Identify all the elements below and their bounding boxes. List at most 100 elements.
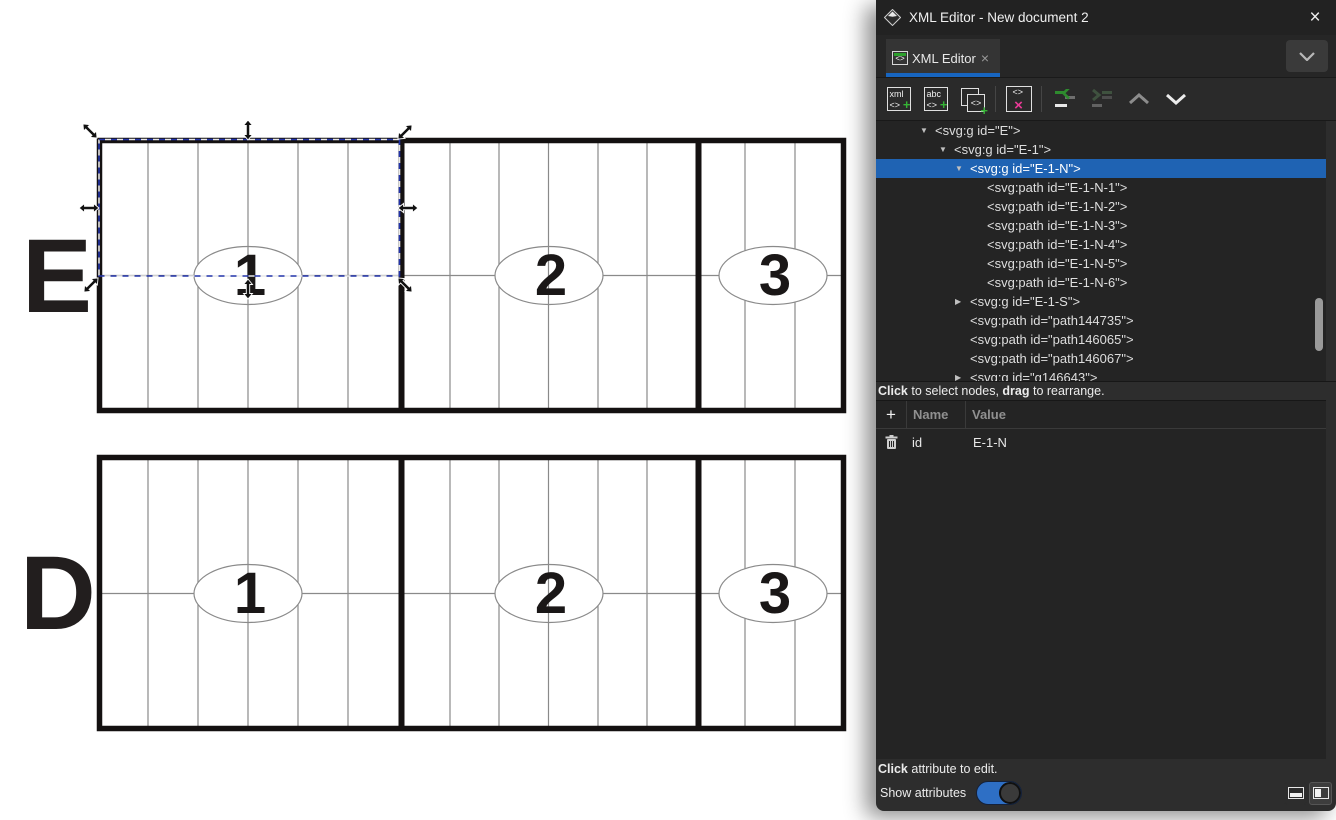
tab-list-dropdown-button[interactable] <box>1286 40 1328 72</box>
tree-node[interactable]: ▶<svg:g id="E-1-S"> <box>876 292 1326 311</box>
tree-node-label: <svg:path id="path146067"> <box>970 349 1134 368</box>
tab-xml-editor[interactable]: <> XML Editor × <box>886 39 1000 77</box>
section-number[interactable]: 2 <box>535 243 567 308</box>
tree-hint-text: Click to select nodes, drag to rearrange… <box>876 381 1336 400</box>
expander-icon[interactable]: ▶ <box>955 368 970 381</box>
expander-icon[interactable]: ▼ <box>955 159 970 178</box>
expander-icon[interactable]: ▼ <box>920 121 935 140</box>
new-text-node-button[interactable]: abc <> + <box>921 85 950 114</box>
tree-node[interactable]: <svg:path id="path146067"> <box>876 349 1326 368</box>
unindent-node-icon <box>1053 89 1077 109</box>
new-element-node-button[interactable]: xml <> + <box>884 85 913 114</box>
xml-node-tree[interactable]: ▼<svg:g id="E"> ▼<svg:g id="E-1"> ▼<svg:… <box>876 121 1326 381</box>
add-attribute-button[interactable]: + <box>876 405 906 425</box>
section-number[interactable]: 1 <box>234 561 266 626</box>
attribute-value[interactable]: E-1-N <box>965 435 1326 450</box>
tree-node[interactable]: <svg:path id="E-1-N-5"> <box>876 254 1326 273</box>
chevron-up-icon <box>1128 93 1150 105</box>
scale-handle-se[interactable] <box>395 275 416 296</box>
row-d-label[interactable]: D <box>20 535 96 652</box>
indent-node-icon <box>1090 89 1114 109</box>
dialog-tabbar: <> XML Editor × <box>876 35 1336 78</box>
tree-node-label: <svg:path id="E-1-N-1"> <box>987 178 1127 197</box>
unindent-node-button[interactable] <box>1050 85 1079 114</box>
tree-node[interactable]: ▼<svg:g id="E"> <box>876 121 1326 140</box>
new-text-node-icon: abc <> + <box>924 87 948 111</box>
tree-node[interactable]: ▶<svg:g id="g146643"> <box>876 368 1326 381</box>
tree-node[interactable]: <svg:path id="path144735"> <box>876 311 1326 330</box>
chevron-down-icon <box>1299 52 1315 61</box>
move-node-up-button[interactable] <box>1124 85 1153 114</box>
tree-node-label: <svg:g id="g146643"> <box>970 368 1097 381</box>
delete-node-button[interactable]: <> × <box>1004 85 1033 114</box>
tree-scrollbar-thumb[interactable] <box>1315 298 1323 351</box>
row-d[interactable]: D 1 2 3 <box>20 457 844 729</box>
tree-node-label: <svg:path id="E-1-N-6"> <box>987 273 1127 292</box>
tree-node-label: <svg:path id="path144735"> <box>970 311 1134 330</box>
tree-node-label: <svg:path id="E-1-N-2"> <box>987 197 1127 216</box>
column-header-name: Name <box>906 401 965 428</box>
section-number[interactable]: 3 <box>759 243 791 308</box>
attribute-row[interactable]: id E-1-N <box>876 429 1326 455</box>
tree-node-label: <svg:path id="path146065"> <box>970 330 1134 349</box>
xml-editor-tab-icon: <> <box>892 51 908 65</box>
tab-close-icon[interactable]: × <box>981 50 989 66</box>
delete-node-icon: <> × <box>1006 86 1032 112</box>
tree-node[interactable]: ▼<svg:g id="E-1"> <box>876 140 1326 159</box>
svg-drawing: E 1 2 3 D <box>0 0 876 820</box>
row-d-ellipses[interactable] <box>194 565 827 623</box>
tree-node-label: <svg:path id="E-1-N-4"> <box>987 235 1127 254</box>
column-header-value: Value <box>965 401 1326 428</box>
tree-node[interactable]: <svg:path id="E-1-N-4"> <box>876 235 1326 254</box>
new-element-node-icon: xml <> + <box>887 87 911 111</box>
toggle-knob <box>999 782 1021 804</box>
layout-horizontal-button[interactable] <box>1284 782 1307 805</box>
toolbar-separator <box>995 86 996 112</box>
tab-label: XML Editor <box>912 51 976 66</box>
vertical-split-icon <box>1313 787 1329 799</box>
xml-toolbar: xml <> + abc <> + <> + <> × <box>876 78 1336 121</box>
tree-node-label: <svg:path id="E-1-N-3"> <box>987 216 1127 235</box>
tree-node[interactable]: <svg:path id="E-1-N-2"> <box>876 197 1326 216</box>
show-attributes-toggle[interactable] <box>976 781 1022 805</box>
dialog-titlebar[interactable]: XML Editor - New document 2 × <box>876 0 1336 35</box>
row-e-label[interactable]: E <box>22 218 92 335</box>
attributes-header: + Name Value <box>876 401 1326 429</box>
chevron-down-icon <box>1165 93 1187 105</box>
scale-handle-nw[interactable] <box>80 121 101 142</box>
tree-node-label: <svg:g id="E-1-S"> <box>970 292 1080 311</box>
indent-node-button[interactable] <box>1087 85 1116 114</box>
dialog-title: XML Editor - New document 2 <box>909 10 1089 25</box>
tree-node-label: <svg:path id="E-1-N-5"> <box>987 254 1127 273</box>
attribute-hint-text: Click attribute to edit. <box>876 759 1336 779</box>
tree-node[interactable]: <svg:path id="E-1-N-3"> <box>876 216 1326 235</box>
section-number[interactable]: 2 <box>535 561 567 626</box>
scale-handle-n[interactable] <box>244 120 253 140</box>
toolbar-separator <box>1041 86 1042 112</box>
layout-vertical-button[interactable] <box>1309 782 1332 805</box>
tree-node-selected[interactable]: ▼<svg:g id="E-1-N"> <box>876 159 1326 178</box>
tree-node[interactable]: <svg:path id="E-1-N-1"> <box>876 178 1326 197</box>
section-number[interactable]: 3 <box>759 561 791 626</box>
active-tab-indicator <box>886 73 1000 77</box>
tree-node-label: <svg:g id="E"> <box>935 121 1020 140</box>
expander-icon[interactable]: ▶ <box>955 292 970 311</box>
delete-attribute-button[interactable] <box>876 435 906 450</box>
trash-icon <box>885 435 898 450</box>
expander-icon[interactable]: ▼ <box>939 140 954 159</box>
scale-handle-w[interactable] <box>79 204 99 213</box>
duplicate-node-button[interactable]: <> + <box>958 85 987 114</box>
tree-node-label: <svg:g id="E-1"> <box>954 140 1051 159</box>
attribute-name[interactable]: id <box>906 435 965 450</box>
show-attributes-label: Show attributes <box>880 786 966 800</box>
attributes-table: + Name Value id E-1-N <box>876 400 1326 759</box>
horizontal-split-icon <box>1288 787 1304 799</box>
tree-node[interactable]: <svg:path id="E-1-N-6"> <box>876 273 1326 292</box>
tree-node-label: <svg:g id="E-1-N"> <box>970 159 1081 178</box>
panel-bottom-bar: Show attributes <box>876 779 1336 807</box>
close-icon[interactable]: × <box>1302 5 1328 31</box>
tree-node[interactable]: <svg:path id="path146065"> <box>876 330 1326 349</box>
xml-editor-dialog: XML Editor - New document 2 × <> XML Edi… <box>876 0 1336 811</box>
move-node-down-button[interactable] <box>1161 85 1190 114</box>
inkscape-logo-icon <box>884 9 901 26</box>
